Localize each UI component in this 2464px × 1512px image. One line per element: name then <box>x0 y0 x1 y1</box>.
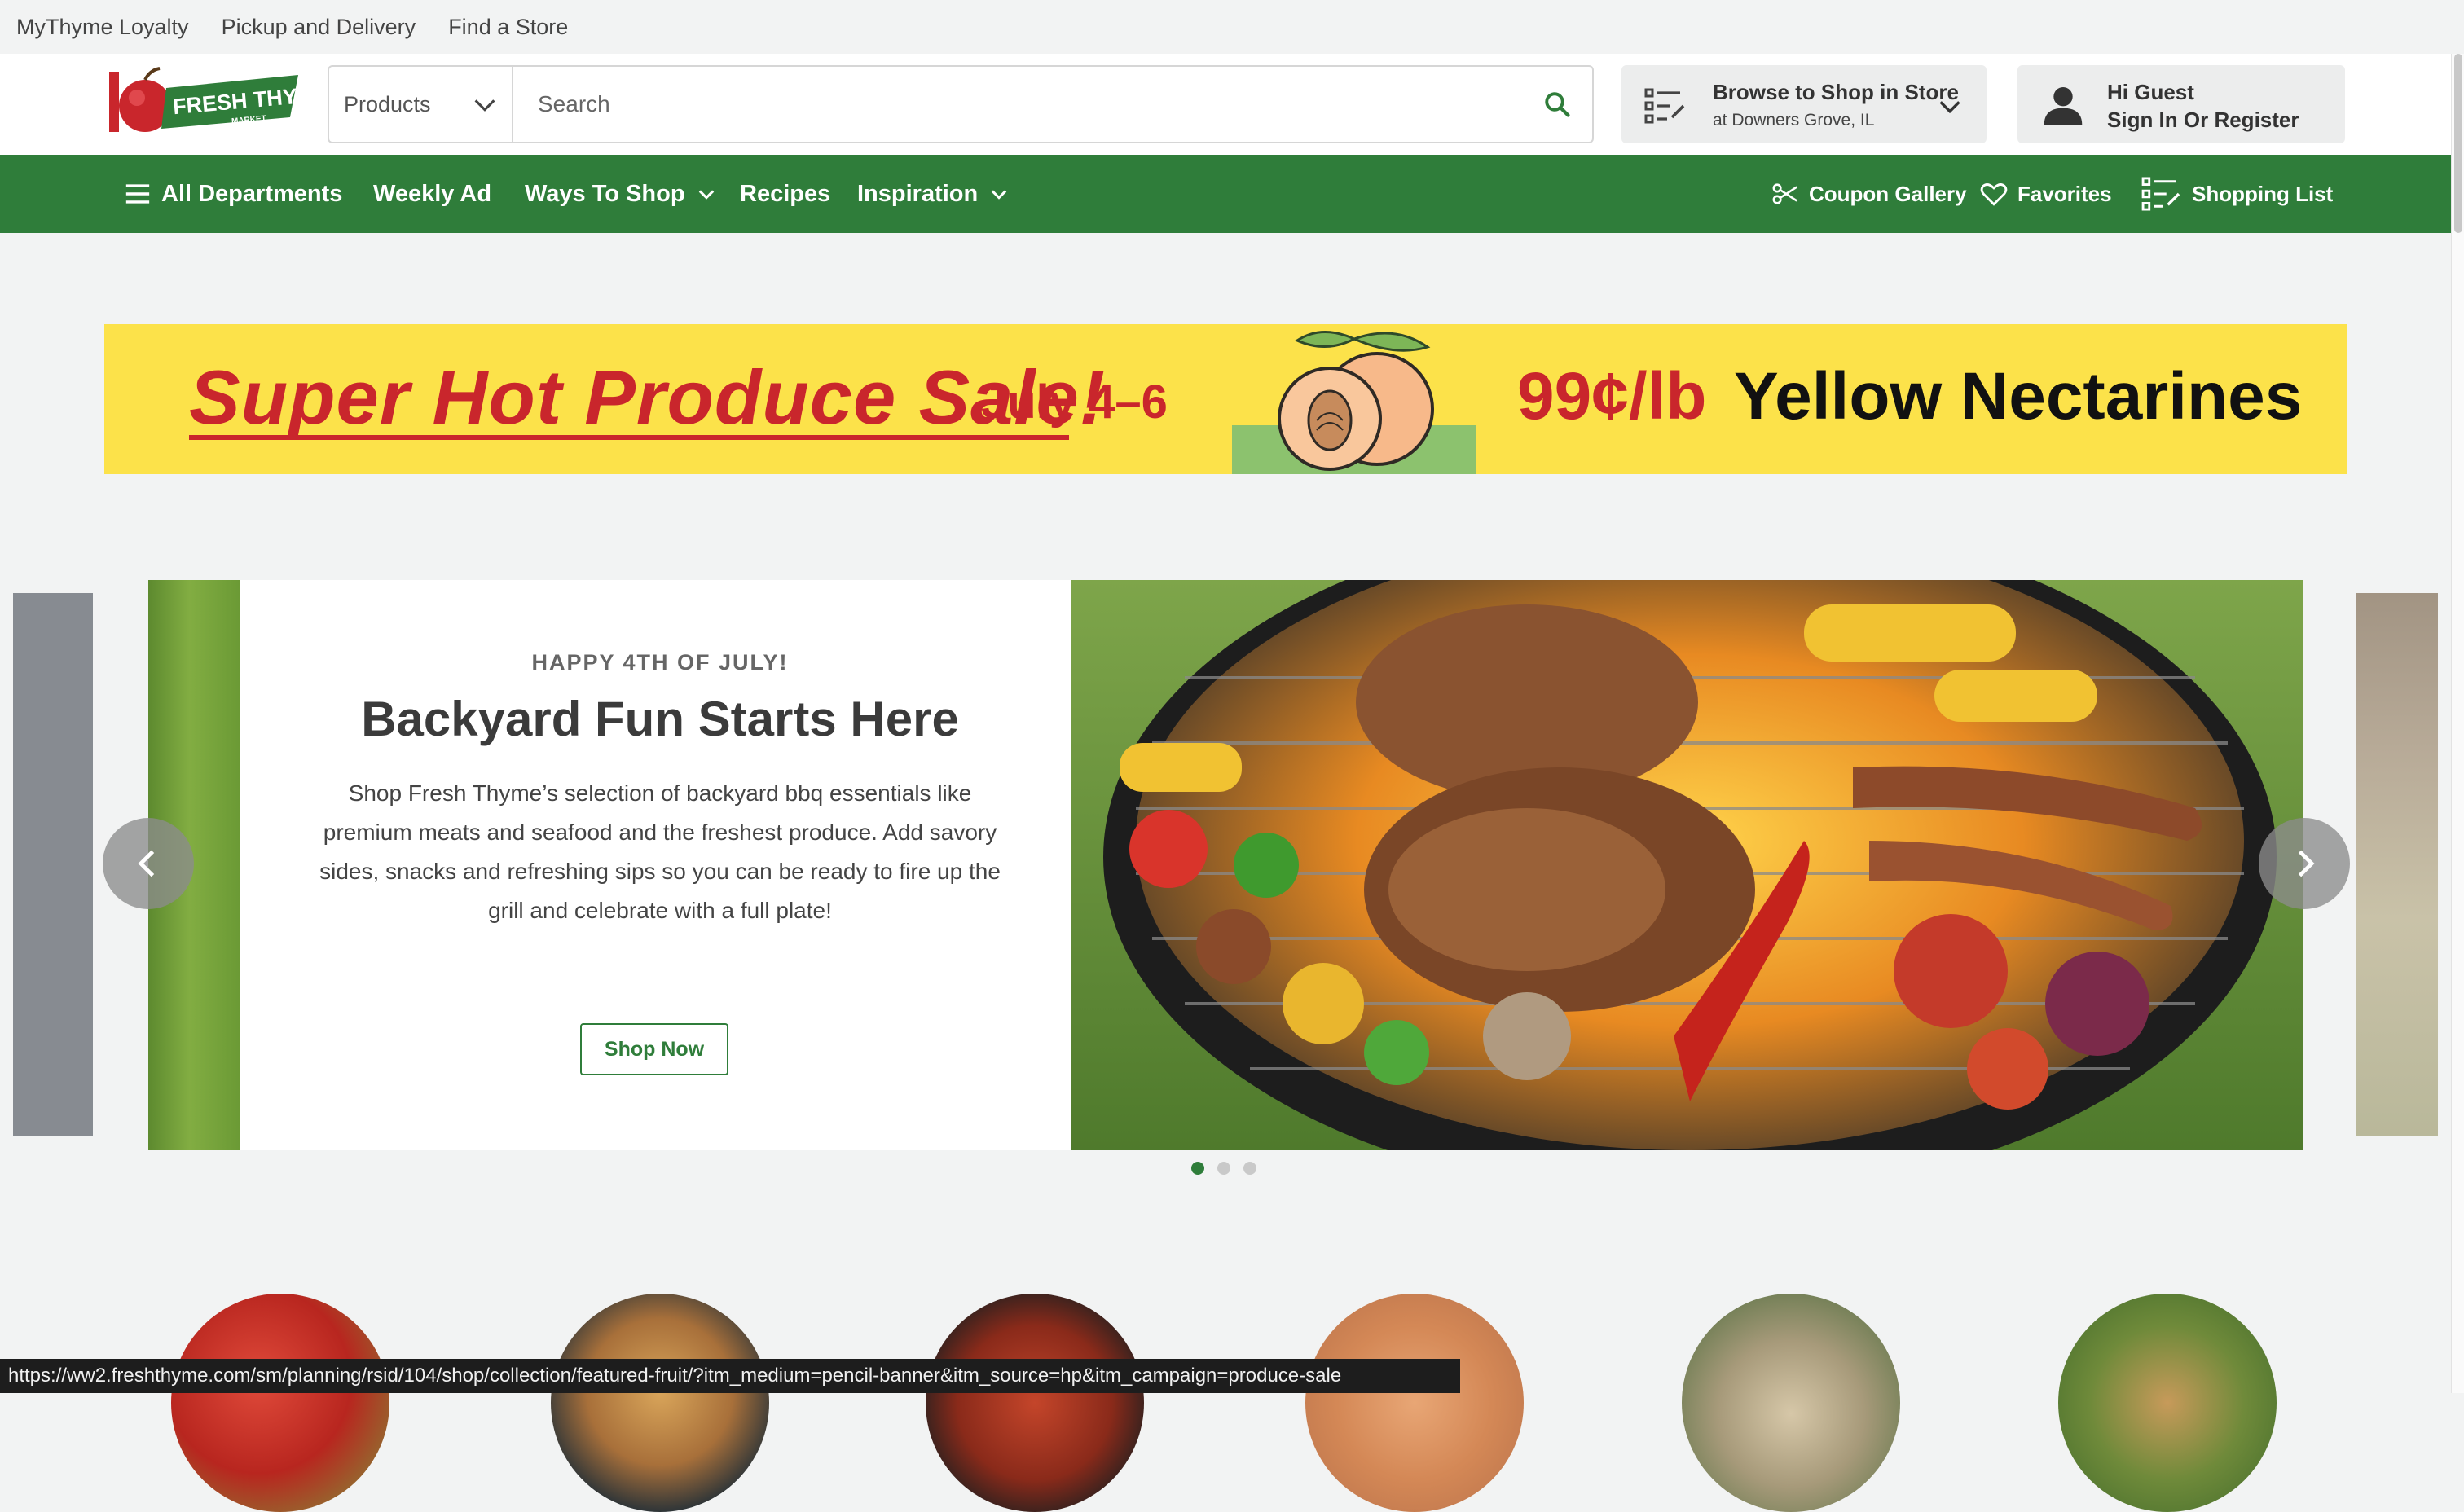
shop-now-button[interactable]: Shop Now <box>580 1023 728 1075</box>
nav-inspiration-label: Inspiration <box>857 180 979 207</box>
search-bar: Products <box>328 65 1594 143</box>
search-button[interactable] <box>1522 67 1592 142</box>
store-selector[interactable]: Browse to Shop in Store at Downers Grove… <box>1621 65 1987 143</box>
sign-in-link[interactable]: Sign In Or Register <box>2107 108 2299 133</box>
carousel-previous-slide-peek <box>13 593 93 1136</box>
account-menu[interactable]: Hi Guest Sign In Or Register <box>2017 65 2345 143</box>
search-input[interactable] <box>513 67 1522 142</box>
hamburger-menu-icon <box>125 184 150 204</box>
bbq-grill-image <box>1071 580 2303 1150</box>
promo-underline <box>189 435 1069 440</box>
nav-weekly-ad-label: Weekly Ad <box>373 180 492 207</box>
category-eggs[interactable] <box>1305 1294 1524 1512</box>
main-nav: All Departments Weekly Ad Ways To Shop R… <box>0 155 2451 233</box>
nav-favorites-label: Favorites <box>2017 181 2112 206</box>
promo-price: 99¢/lb <box>1517 359 1707 433</box>
nav-all-departments[interactable]: All Departments <box>124 155 342 233</box>
chevron-down-icon <box>1939 101 1960 114</box>
carousel-dot-3[interactable] <box>1243 1162 1256 1175</box>
nav-coupon-gallery-label: Coupon Gallery <box>1809 181 1967 206</box>
nav-recipes[interactable]: Recipes <box>740 155 830 233</box>
mythyme-loyalty-link[interactable]: MyThyme Loyalty <box>16 15 189 40</box>
link-status-bar: https://ww2.freshthyme.com/sm/planning/r… <box>0 1359 1460 1393</box>
scrollbar-thumb[interactable] <box>2454 54 2462 233</box>
hero-title: Backyard Fun Starts Here <box>361 692 959 746</box>
promo-title: Super Hot Produce Sale! <box>189 354 1107 440</box>
category-supplements[interactable] <box>2058 1294 2277 1512</box>
hero-eyebrow: HAPPY 4TH OF JULY! <box>531 650 789 675</box>
hero-body: Shop Fresh Thyme’s selection of backyard… <box>319 780 1001 923</box>
nav-recipes-label: Recipes <box>740 180 831 207</box>
store-selector-title: Browse to Shop in Store <box>1713 80 1959 104</box>
carousel-dot-1[interactable] <box>1191 1162 1204 1175</box>
category-bakery[interactable] <box>551 1294 769 1512</box>
category-soap[interactable] <box>1682 1294 1900 1512</box>
category-apples[interactable] <box>171 1294 389 1512</box>
chevron-right-icon <box>2298 850 2315 877</box>
nav-all-departments-label: All Departments <box>161 180 343 207</box>
nav-favorites[interactable]: Favorites <box>1980 155 2112 233</box>
carousel-next-button[interactable] <box>2259 818 2350 909</box>
scissors-icon <box>1772 183 1797 204</box>
nav-weekly-ad[interactable]: Weekly Ad <box>373 155 491 233</box>
carousel-next-slide-peek <box>2356 593 2438 1136</box>
promo-dates: July 4–6 <box>981 376 1168 429</box>
nav-inspiration[interactable]: Inspiration <box>857 155 1010 233</box>
hero-slide: HAPPY 4TH OF JULY! Backyard Fun Starts H… <box>148 580 2303 1150</box>
heart-icon <box>1980 183 2008 206</box>
find-store-link[interactable]: Find a Store <box>448 15 568 40</box>
category-pasta-sauce[interactable] <box>926 1294 1144 1512</box>
nav-coupon-gallery[interactable]: Coupon Gallery <box>1771 155 1967 233</box>
account-greeting: Hi Guest <box>2107 80 2194 104</box>
promo-product: Yellow Nectarines <box>1734 359 2303 433</box>
logo-subtext: MARKET <box>231 114 267 126</box>
hero-slide-content: HAPPY 4TH OF JULY! Backyard Fun Starts H… <box>240 580 1080 1150</box>
page-scrollbar[interactable] <box>2451 54 2464 1393</box>
carousel-previous-button[interactable] <box>103 818 194 909</box>
nectarine-illustration <box>1232 331 1476 474</box>
nav-shopping-list[interactable]: Shopping List <box>2141 155 2333 233</box>
chevron-down-icon <box>698 190 714 200</box>
search-category-select[interactable]: Products <box>329 67 513 142</box>
nav-ways-to-shop-label: Ways To Shop <box>525 180 685 207</box>
carousel-dot-2[interactable] <box>1217 1162 1230 1175</box>
chevron-down-icon <box>991 190 1007 200</box>
nav-ways-to-shop[interactable]: Ways To Shop <box>525 155 718 233</box>
user-icon <box>2044 87 2083 125</box>
fresh-thyme-logo[interactable]: FRESH THYME MARKET <box>109 67 305 140</box>
store-selector-location: at Downers Grove, IL <box>1713 111 1875 130</box>
shopping-list-icon <box>2141 177 2180 211</box>
nav-shopping-list-label: Shopping List <box>2192 181 2334 206</box>
chevron-left-icon <box>138 850 155 877</box>
produce-sale-banner[interactable]: Super Hot Produce Sale! July 4–6 99¢/lb … <box>104 324 2347 474</box>
carousel-dots <box>1191 1162 1269 1175</box>
search-icon <box>1545 92 1570 117</box>
chevron-down-icon <box>474 99 495 112</box>
search-category-label: Products <box>344 91 431 116</box>
pickup-delivery-link[interactable]: Pickup and Delivery <box>222 15 416 40</box>
utility-bar: MyThyme Loyalty Pickup and Delivery Find… <box>0 0 2464 54</box>
shopping-list-icon <box>1644 88 1685 124</box>
site-header: FRESH THYME MARKET Products Browse to Sh… <box>0 54 2451 155</box>
